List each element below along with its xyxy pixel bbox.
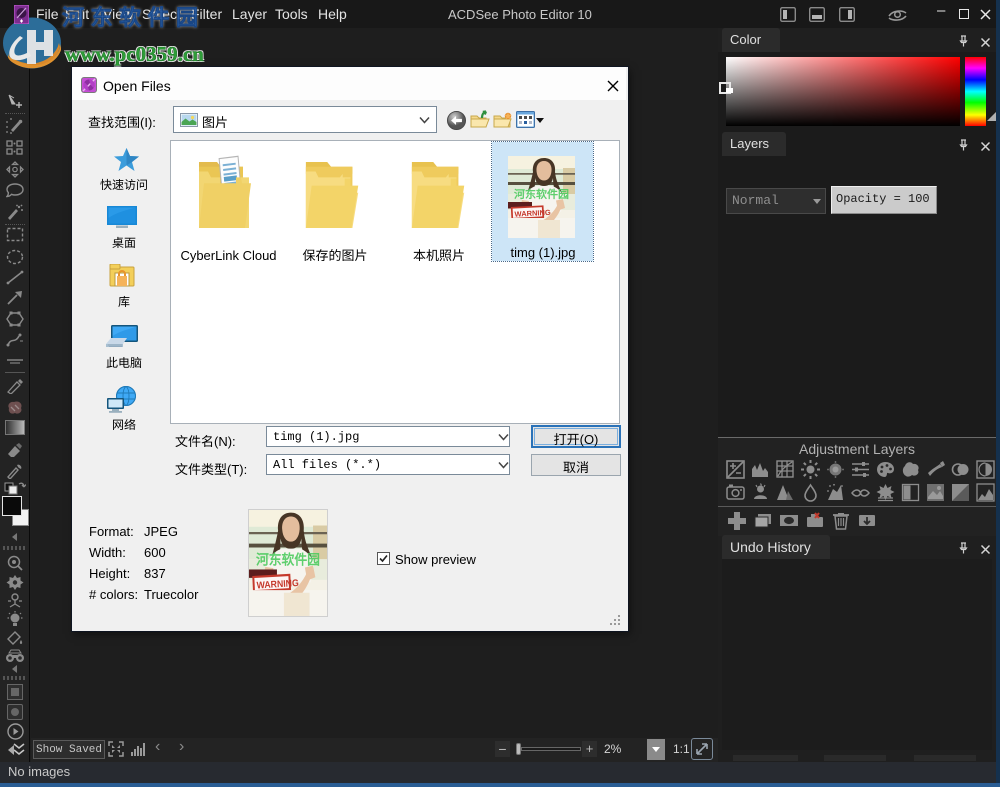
svg-text:河东软件园: 河东软件园 xyxy=(256,547,320,568)
svg-text:WARNING: WARNING xyxy=(514,208,551,219)
svg-text:河东软件园: 河东软件园 xyxy=(514,186,569,202)
